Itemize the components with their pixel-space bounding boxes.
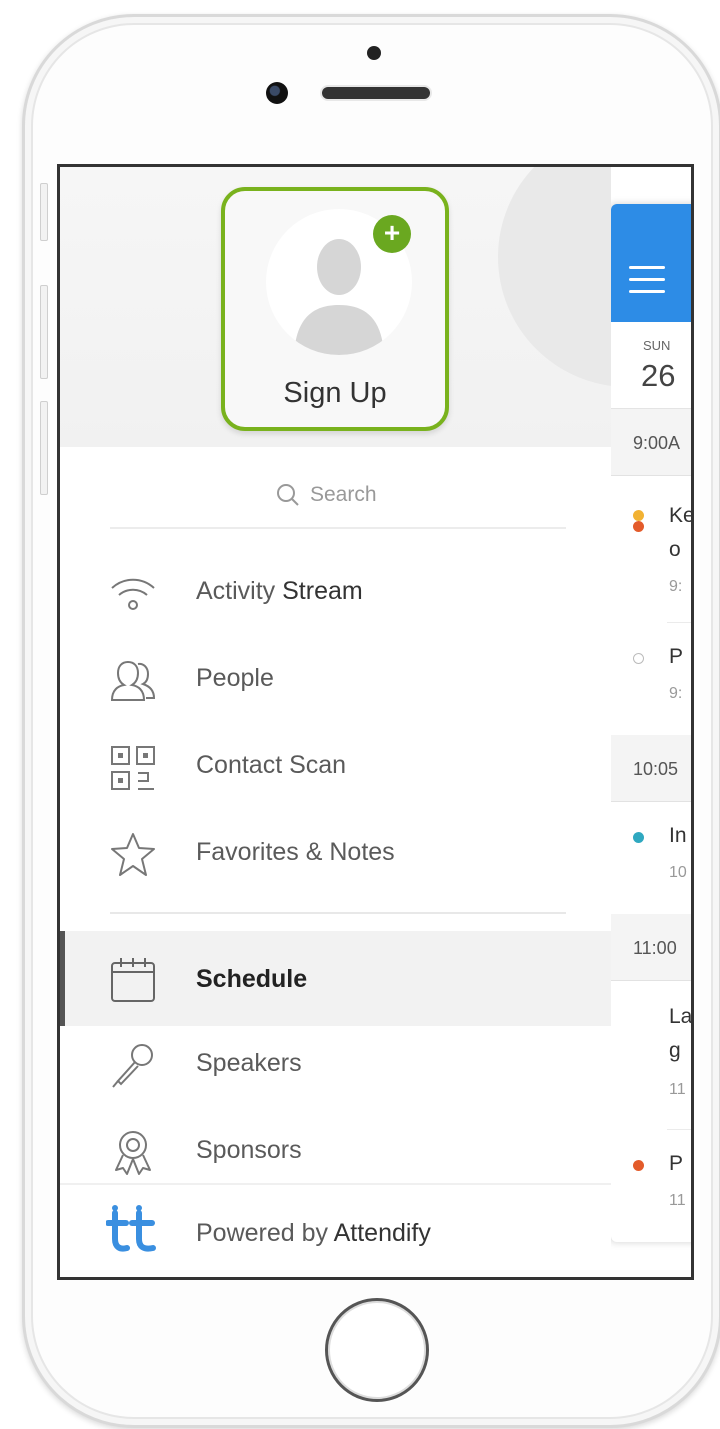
- session-item[interactable]: P 9:: [633, 623, 691, 735]
- search-placeholder: Search: [310, 483, 377, 506]
- session-item[interactable]: Ke o 9:: [633, 476, 691, 623]
- powered-by-label: Powered by Attendify: [196, 1219, 431, 1247]
- wifi-icon: [111, 578, 155, 610]
- menu-label: People: [196, 664, 274, 692]
- track-dot: [633, 521, 644, 532]
- mute-switch: [40, 183, 48, 241]
- menu-item-schedule[interactable]: Schedule: [60, 931, 611, 1026]
- time-header: 9:00A: [611, 409, 691, 476]
- volume-up-button: [40, 285, 48, 379]
- add-plus-icon: +: [373, 215, 411, 253]
- award-ribbon-icon: [115, 1131, 151, 1175]
- menu-item-sponsors[interactable]: Sponsors: [60, 1110, 611, 1194]
- menu-item-people[interactable]: People: [60, 638, 611, 722]
- menu-item-contact-scan[interactable]: Contact Scan: [60, 725, 611, 809]
- menu-item-activity-stream[interactable]: Activity Stream: [60, 551, 611, 635]
- track-dot: [633, 832, 644, 843]
- app-screen: SUN 26 9:00A Ke o 9: P 9: 10:05 In 10 11…: [57, 164, 694, 1280]
- proximity-sensor: [367, 46, 381, 60]
- sign-up-label: Sign Up: [283, 377, 387, 409]
- profile-header: + Sign Up: [60, 167, 611, 447]
- earpiece-speaker: [322, 87, 430, 99]
- search-field[interactable]: Search: [110, 477, 566, 529]
- menu-label: Schedule: [196, 965, 308, 993]
- navigation-drawer: + Sign Up Search Activity Stream People …: [60, 167, 611, 1277]
- menu-label: Contact Scan: [196, 751, 347, 779]
- session-item[interactable]: In 10: [633, 802, 691, 914]
- day-of-week: SUN: [643, 338, 671, 353]
- qr-code-icon: [111, 746, 155, 790]
- menu-label: Speakers: [196, 1049, 302, 1077]
- menu-item-speakers[interactable]: Speakers: [60, 1023, 611, 1107]
- menu-label: Sponsors: [196, 1136, 302, 1164]
- menu-item-favorites-notes[interactable]: Favorites & Notes: [60, 812, 611, 896]
- track-dot: [633, 510, 644, 521]
- header-decoration: [498, 167, 611, 387]
- schedule-header: [611, 204, 691, 322]
- powered-by-footer[interactable]: Powered by Attendify: [60, 1183, 611, 1277]
- calendar-icon: [111, 958, 155, 1002]
- track-dot: [633, 1160, 644, 1171]
- hamburger-menu-icon[interactable]: [629, 266, 665, 302]
- time-header: 11:00: [611, 914, 691, 981]
- session-item[interactable]: P 11: [633, 1130, 691, 1240]
- home-button[interactable]: [325, 1298, 429, 1402]
- schedule-panel: SUN 26 9:00A Ke o 9: P 9: 10:05 In 10 11…: [611, 204, 691, 1242]
- search-icon: [277, 484, 299, 506]
- star-icon: [111, 833, 155, 876]
- time-header: 10:05: [611, 735, 691, 802]
- front-camera: [266, 82, 288, 104]
- microphone-icon: [112, 1044, 153, 1088]
- day-selector[interactable]: SUN 26: [611, 322, 691, 409]
- people-icon: [110, 660, 156, 701]
- menu-label: Favorites & Notes: [196, 838, 395, 866]
- menu-label: Activity Stream: [196, 577, 363, 605]
- attendify-logo-icon: [106, 1205, 156, 1252]
- track-dot: [633, 653, 644, 664]
- menu-divider: [110, 912, 566, 914]
- volume-down-button: [40, 401, 48, 495]
- sign-up-button[interactable]: + Sign Up: [221, 187, 449, 431]
- session-item[interactable]: La g 11: [667, 981, 691, 1130]
- day-number: 26: [641, 358, 676, 393]
